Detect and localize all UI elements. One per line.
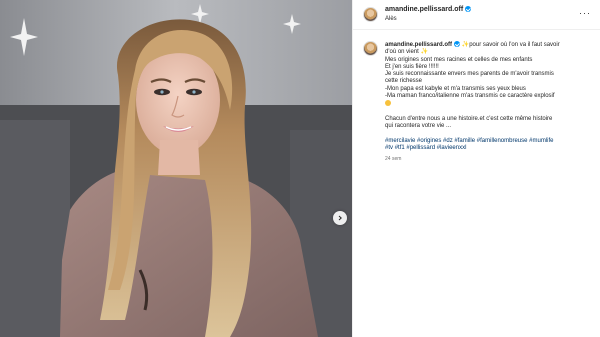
caption-line: cette richesse bbox=[385, 78, 423, 85]
hashtag-link[interactable]: #origines bbox=[417, 138, 441, 144]
hashtag-row: #tv #tf1 #pellissard #lavieenxxl bbox=[385, 145, 595, 152]
caption-line: qui racontera votre vie ... bbox=[385, 123, 452, 130]
caption-line: Je suis reconnaissante envers mes parent… bbox=[385, 71, 554, 78]
post-photo[interactable] bbox=[0, 0, 352, 337]
caption-line: Chacun d'entre nous a une histoire.et c'… bbox=[385, 115, 553, 122]
chevron-right-icon bbox=[338, 215, 342, 221]
sparkle-emoji-icon: ✨ bbox=[420, 49, 428, 56]
post-detail-panel: amandine.pellissard.off Alès ··· amandin… bbox=[352, 0, 600, 337]
more-options-icon[interactable]: ··· bbox=[579, 9, 591, 18]
hashtag-link[interactable]: #dz bbox=[443, 138, 453, 144]
hashtag-link[interactable]: #pellissard bbox=[406, 145, 435, 151]
username-text[interactable]: amandine.pellissard.off bbox=[385, 6, 463, 13]
hashtag-link[interactable]: #famillenombreuse bbox=[477, 138, 528, 144]
hashtag-link[interactable]: #tv bbox=[385, 145, 393, 151]
caption-line: d'où on vient bbox=[385, 49, 419, 56]
caption-avatar[interactable] bbox=[363, 41, 378, 56]
hashtag-link[interactable]: #lavieenxxl bbox=[437, 145, 467, 151]
caption-line: Mes origines sont mes racines et celles … bbox=[385, 56, 533, 63]
username-link[interactable]: amandine.pellissard.off bbox=[385, 6, 472, 13]
hashtag-link[interactable]: #mumlife bbox=[529, 138, 553, 144]
next-photo-button[interactable] bbox=[333, 211, 347, 225]
hashtag-link[interactable]: #tf1 bbox=[395, 145, 405, 151]
location-link[interactable]: Alès bbox=[385, 16, 397, 22]
woman-portrait-image bbox=[0, 0, 352, 337]
caption-line: -Ma maman franco/italienne m'as transmis… bbox=[385, 93, 555, 100]
post-caption: amandine.pellissard.off ✨ pour savoir où … bbox=[385, 41, 595, 164]
verified-badge-icon bbox=[465, 6, 472, 12]
caption-username[interactable]: amandine.pellissard.off bbox=[385, 42, 452, 48]
avatar[interactable] bbox=[363, 7, 378, 22]
hashtag-row: #mercilavie #origines #dz #famille #fami… bbox=[385, 138, 595, 145]
post-header: amandine.pellissard.off Alès ··· bbox=[353, 0, 600, 30]
caption-line: -Mon papa est kabyle et m'a transmis ses… bbox=[385, 85, 526, 92]
caption-line: Et j'en suis fière !!!!!! bbox=[385, 63, 439, 70]
verified-badge-icon bbox=[454, 41, 461, 47]
post-timestamp[interactable]: 24 sem bbox=[385, 156, 595, 163]
smiley-emoji-icon bbox=[385, 100, 391, 107]
hashtag-link[interactable]: #famille bbox=[454, 138, 475, 144]
hashtag-link[interactable]: #mercilavie bbox=[385, 138, 415, 144]
caption-line: pour savoir où l'on va il faut savoir bbox=[469, 42, 560, 48]
